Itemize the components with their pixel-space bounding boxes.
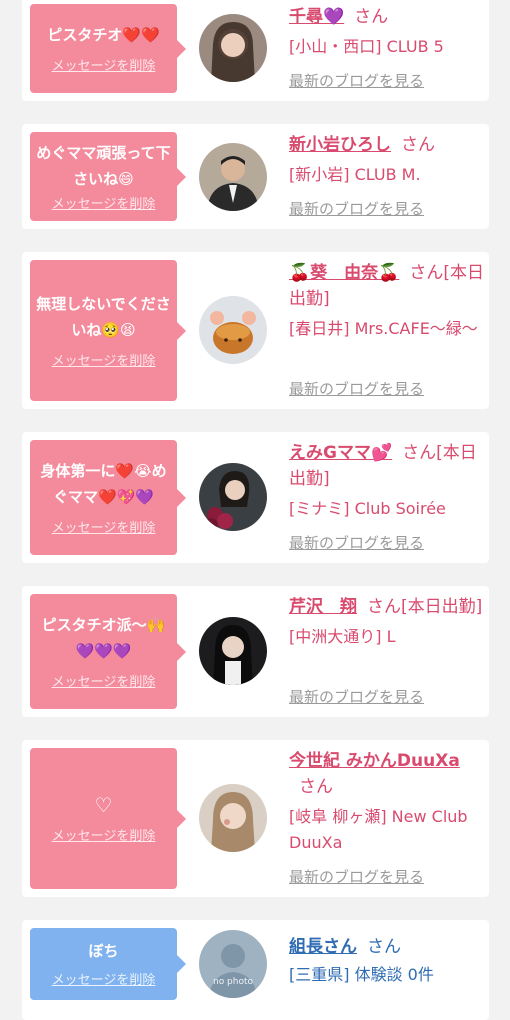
delete-message-link[interactable]: メッセージを削除 <box>52 972 156 990</box>
sender-info: 芹沢 翔さん[本日出勤] [中洲大通り] L <box>289 594 484 650</box>
message-text: めぐママ頑張って下さいね😄 <box>36 143 171 188</box>
message-card: めぐママ頑張って下さいね😄 メッセージを削除 新小岩ひろし さん [新小岩] CL… <box>22 124 489 229</box>
message-text: ♡ <box>94 792 113 817</box>
pie-with-ears-icon <box>199 296 267 364</box>
sender-name-link[interactable]: 今世紀 みかんDuuXa <box>289 751 460 771</box>
sender-info: 🍒葵 由奈🍒 さん[本日出勤] [春日井] Mrs.CAFE～緑～ <box>289 260 484 342</box>
message-card: ぼち メッセージを削除 no photo 組長さん さん [三重県] 体験談 0件 <box>22 920 489 1020</box>
sender-info: えみGママ💕 さん[本日出勤] [ミナミ] Club Soirée <box>289 440 484 522</box>
message-text: ぼち <box>88 942 119 960</box>
message-bubble: ぼち メッセージを削除 <box>30 928 186 1000</box>
shop-label: [岐阜 柳ヶ瀬] New Club DuuXa <box>289 807 468 852</box>
sender-name-link[interactable]: えみGママ💕 <box>289 443 392 463</box>
sender-name-link[interactable]: 新小岩ひろし <box>289 135 391 155</box>
delete-message-link[interactable]: メッセージを削除 <box>52 674 156 692</box>
message-bubble: 無理しないでくださいね🥺😫 メッセージを削除 <box>30 260 186 401</box>
shop-label: [春日井] Mrs.CAFE～緑～ <box>289 319 478 338</box>
latest-blog-link[interactable]: 最新のブログを見る <box>289 532 424 553</box>
avatar[interactable]: no photo <box>199 930 267 998</box>
message-text: ピスタチオ派〜🙌💜💜💜 <box>41 615 166 660</box>
message-text: ピスタチオ❤️❤️ <box>47 25 160 44</box>
avatar[interactable] <box>199 617 267 685</box>
man-in-suit-icon <box>199 143 267 211</box>
message-card: ピスタチオ❤️❤️ メッセージを削除 千尋💜 さん [小山・西口] CLUB 5 … <box>22 0 489 101</box>
message-bubble: ピスタチオ派〜🙌💜💜💜 メッセージを削除 <box>30 594 186 709</box>
shop-label: [三重県] 体験談 0件 <box>289 965 434 984</box>
latest-blog-link[interactable]: 最新のブログを見る <box>289 198 424 219</box>
shop-label: [新小岩] CLUB M. <box>289 165 421 184</box>
avatar[interactable] <box>199 784 267 852</box>
woman-portrait-icon <box>199 617 267 685</box>
message-bubble: ピスタチオ❤️❤️ メッセージを削除 <box>30 4 186 93</box>
sender-info: 新小岩ひろし さん [新小岩] CLUB M. <box>289 132 484 188</box>
sender-name-link[interactable]: 芹沢 翔 <box>289 597 357 617</box>
honorific: さん <box>354 7 389 27</box>
sender-info: 組長さん さん [三重県] 体験談 0件 <box>289 934 484 988</box>
latest-blog-link[interactable]: 最新のブログを見る <box>289 378 424 399</box>
woman-with-flowers-icon <box>199 463 267 531</box>
delete-message-link[interactable]: メッセージを削除 <box>52 58 156 76</box>
sender-name-link[interactable]: 千尋💜 <box>289 7 344 27</box>
honorific: さん <box>401 135 435 155</box>
message-card: 身体第一に❤️😭めぐママ❤️💖💜 メッセージを削除 えみGママ💕 さん[本日出勤]… <box>22 432 489 563</box>
shop-label: [小山・西口] CLUB 5 <box>289 37 444 56</box>
woman-portrait-icon <box>199 14 267 82</box>
delete-message-link[interactable]: メッセージを削除 <box>52 828 156 846</box>
honorific: さん <box>299 777 333 797</box>
latest-blog-link[interactable]: 最新のブログを見る <box>289 866 424 887</box>
honorific: さん <box>367 937 401 957</box>
message-text: 身体第一に❤️😭めぐママ❤️💖💜 <box>40 461 167 506</box>
no-photo-label: no photo <box>213 977 254 987</box>
message-bubble: ♡ メッセージを削除 <box>30 748 186 889</box>
delete-message-link[interactable]: メッセージを削除 <box>52 196 156 214</box>
message-list: ピスタチオ❤️❤️ メッセージを削除 千尋💜 さん [小山・西口] CLUB 5 … <box>0 0 510 1020</box>
message-bubble: 身体第一に❤️😭めぐママ❤️💖💜 メッセージを削除 <box>30 440 186 555</box>
latest-blog-link[interactable]: 最新のブログを見る <box>289 686 424 707</box>
avatar[interactable] <box>199 463 267 531</box>
sender-info: 今世紀 みかんDuuXa さん [岐阜 柳ヶ瀬] New Club DuuXa <box>289 748 484 856</box>
message-text: 無理しないでくださいね🥺😫 <box>36 294 171 339</box>
message-card: 無理しないでくださいね🥺😫 メッセージを削除 🍒葵 由奈🍒 さん[本日出勤] [春… <box>22 252 489 409</box>
latest-blog-link[interactable]: 最新のブログを見る <box>289 70 424 91</box>
sender-name-link[interactable]: 🍒葵 由奈🍒 <box>289 263 399 283</box>
shop-label: [ミナミ] Club Soirée <box>289 499 446 518</box>
avatar[interactable] <box>199 14 267 82</box>
delete-message-link[interactable]: メッセージを削除 <box>52 520 156 538</box>
woman-portrait-icon <box>199 784 267 852</box>
avatar[interactable] <box>199 143 267 211</box>
sender-name-link[interactable]: 組長さん <box>289 937 357 957</box>
no-photo-icon: no photo <box>199 930 267 998</box>
avatar[interactable] <box>199 296 267 364</box>
shop-label: [中洲大通り] L <box>289 627 396 646</box>
message-bubble: めぐママ頑張って下さいね😄 メッセージを削除 <box>30 132 186 221</box>
delete-message-link[interactable]: メッセージを削除 <box>52 353 156 371</box>
message-card: ピスタチオ派〜🙌💜💜💜 メッセージを削除 芹沢 翔さん[本日出勤] [中洲大通り… <box>22 586 489 717</box>
message-card: ♡ メッセージを削除 今世紀 みかんDuuXa さん [岐阜 柳ヶ瀬] New C… <box>22 740 489 897</box>
honorific: さん[本日出勤] <box>367 597 483 617</box>
sender-info: 千尋💜 さん [小山・西口] CLUB 5 <box>289 4 484 60</box>
